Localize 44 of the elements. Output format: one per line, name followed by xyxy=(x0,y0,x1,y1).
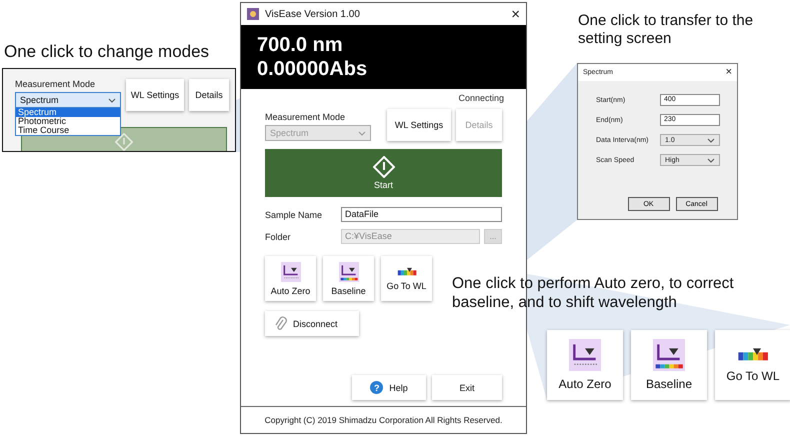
tool-button[interactable]: Auto Zero xyxy=(547,330,623,400)
chevron-down-icon xyxy=(108,98,116,102)
spectrum-marker-icon xyxy=(737,347,769,363)
settings-button[interactable]: WL Settings xyxy=(387,109,451,141)
paperclip-icon xyxy=(275,316,287,332)
absorbance-readout: 0.00000Abs xyxy=(257,58,368,80)
chevron-down-icon xyxy=(707,158,715,162)
start-button[interactable]: Start xyxy=(265,149,502,197)
footer-button[interactable]: ? Help xyxy=(352,375,426,400)
mode-dropdown[interactable]: Spectrum xyxy=(15,92,121,108)
spectrum-marker-icon xyxy=(396,266,416,276)
disconnect-button[interactable]: Disconnect xyxy=(265,311,359,336)
tool-button[interactable]: Go To WL xyxy=(381,256,432,301)
close-button[interactable]: × xyxy=(726,67,732,78)
app-logo-icon xyxy=(247,8,259,20)
field-label: Measurement Mode xyxy=(15,79,96,89)
settings-button[interactable]: Details xyxy=(189,79,229,111)
help-icon: ? xyxy=(370,381,384,394)
step-down-icon xyxy=(569,339,601,371)
copyright-text: Copyright (C) 2019 Shimadzu Corporation All Rights Reserved. xyxy=(241,406,526,433)
start-diamond-icon xyxy=(115,133,133,151)
text-field[interactable]: DataFile xyxy=(341,207,502,222)
tool-button[interactable]: Auto Zero xyxy=(265,256,316,301)
wavelength-readout: 700.0 nm xyxy=(257,34,344,56)
chevron-down-icon xyxy=(707,138,715,142)
start-diamond-icon xyxy=(372,156,394,178)
field-label: Sample Name xyxy=(265,210,324,220)
field-label: Measurement Mode xyxy=(265,112,346,122)
annotation-text: One click to change modes xyxy=(4,42,210,62)
settings-button[interactable]: WL Settings xyxy=(126,79,184,111)
dropdown-option[interactable]: Spectrum xyxy=(16,108,120,117)
chevron-down-icon xyxy=(358,130,366,136)
tool-button[interactable]: Baseline xyxy=(631,330,707,400)
tool-button[interactable]: Baseline xyxy=(323,256,374,301)
annotation-text: One click to transfer to the setting screen xyxy=(578,12,754,48)
step-down-spectrum-icon xyxy=(338,262,358,282)
footer-button[interactable]: Exit xyxy=(432,375,502,400)
step-down-spectrum-icon xyxy=(653,339,685,371)
close-button[interactable]: × xyxy=(511,6,520,22)
field-label: Folder xyxy=(265,232,292,242)
step-down-icon xyxy=(280,262,300,282)
tool-button[interactable]: Go To WL xyxy=(715,330,790,400)
window-title: VisEase Version 1.00 xyxy=(265,8,361,20)
connection-status: Connecting xyxy=(458,93,504,103)
